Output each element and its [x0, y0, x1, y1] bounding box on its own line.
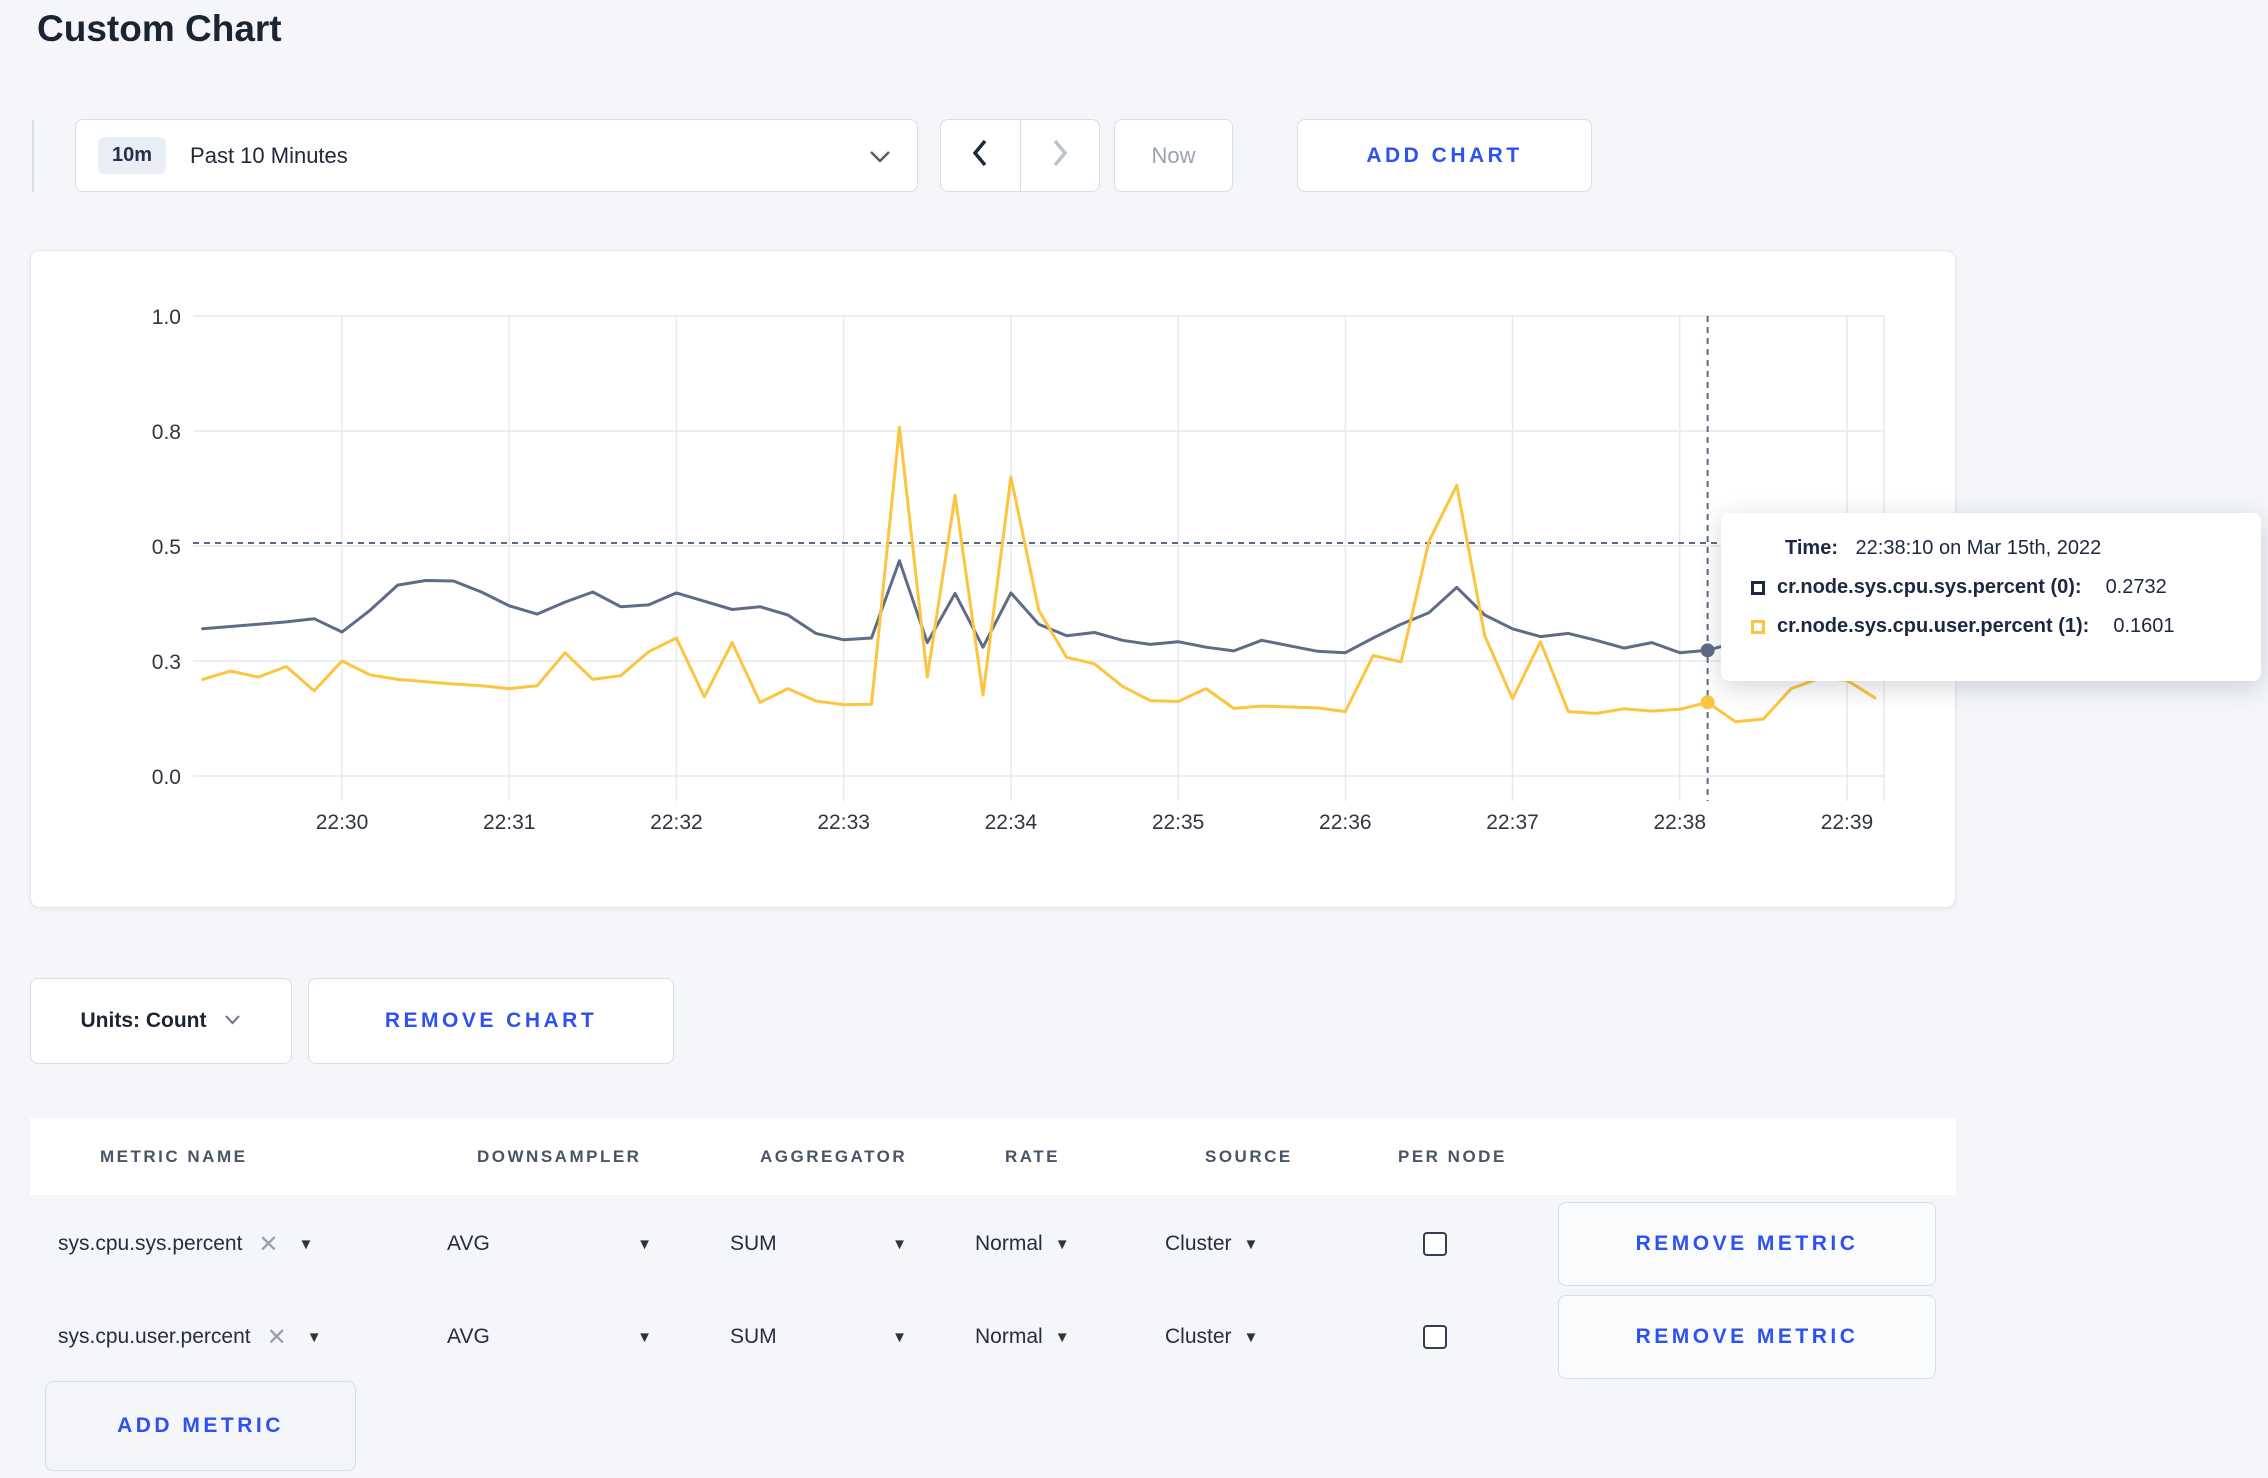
svg-text:22:34: 22:34: [985, 811, 1038, 834]
caret-down-icon: ▼: [637, 1235, 652, 1253]
rate-value: Normal: [975, 1232, 1043, 1255]
time-range-badge: 10m: [98, 137, 167, 174]
svg-text:0.5: 0.5: [152, 536, 181, 559]
clear-metric-icon[interactable]: ✕: [267, 1323, 287, 1352]
metric-row: sys.cpu.user.percent ✕ ▼ AVG ▼ SUM ▼ Nor…: [0, 1288, 2268, 1386]
add-metric-button[interactable]: ADD METRIC: [45, 1381, 356, 1471]
tooltip-sys-label: cr.node.sys.cpu.sys.percent (0):: [1777, 576, 2082, 598]
units-select[interactable]: Units: Count: [30, 978, 292, 1064]
prev-time-button[interactable]: [941, 120, 1020, 191]
next-time-button[interactable]: [1019, 120, 1100, 191]
caret-down-icon: ▼: [1054, 1328, 1070, 1346]
tooltip-series-row: cr.node.sys.cpu.user.percent (1): 0.1601: [1751, 615, 2261, 638]
svg-text:22:37: 22:37: [1486, 811, 1539, 834]
page-title: Custom Chart: [37, 8, 282, 49]
col-header-downsampler: DOWNSAMPLER: [477, 1146, 642, 1166]
tooltip-time-row: Time: 22:38:10 on Mar 15th, 2022: [1751, 537, 2261, 560]
remove-metric-label: REMOVE METRIC: [1635, 1232, 1859, 1255]
col-header-metric-name: METRIC NAME: [100, 1146, 248, 1166]
col-header-aggregator: AGGREGATOR: [760, 1146, 908, 1166]
clear-metric-icon[interactable]: ✕: [258, 1230, 278, 1259]
chart-tooltip: Time: 22:38:10 on Mar 15th, 2022 cr.node…: [1721, 513, 2261, 681]
metric-row: sys.cpu.sys.percent ✕ ▼ AVG ▼ SUM ▼ Norm…: [0, 1195, 2268, 1293]
tooltip-time-label: Time:: [1785, 537, 1838, 559]
tooltip-sys-value: 0.2732: [2105, 576, 2167, 598]
aggregator-select[interactable]: SUM ▼: [730, 1288, 907, 1386]
caret-down-icon: ▼: [1243, 1328, 1259, 1346]
caret-down-icon: ▼: [306, 1328, 322, 1346]
source-value: Cluster: [1165, 1232, 1232, 1255]
add-chart-label: ADD CHART: [1366, 143, 1523, 167]
rate-value: Normal: [975, 1325, 1043, 1348]
svg-text:22:32: 22:32: [650, 811, 703, 834]
svg-text:0.3: 0.3: [152, 651, 181, 674]
downsampler-select[interactable]: AVG ▼: [447, 1195, 652, 1293]
svg-text:22:35: 22:35: [1152, 811, 1205, 834]
add-chart-button[interactable]: ADD CHART: [1297, 119, 1592, 192]
caret-down-icon: ▼: [298, 1235, 314, 1253]
downsampler-select[interactable]: AVG ▼: [447, 1288, 652, 1386]
metric-name-select[interactable]: sys.cpu.sys.percent ✕ ▼: [58, 1195, 313, 1293]
aggregator-select[interactable]: SUM ▼: [730, 1195, 907, 1293]
time-range-select[interactable]: 10m Past 10 Minutes: [75, 119, 918, 192]
svg-text:22:38: 22:38: [1653, 811, 1706, 834]
metrics-table-header: METRIC NAME DOWNSAMPLER AGGREGATOR RATE …: [30, 1118, 1956, 1195]
caret-down-icon: ▼: [1243, 1235, 1259, 1253]
caret-down-icon: ▼: [637, 1328, 652, 1346]
chevron-down-icon: [224, 1012, 241, 1030]
remove-metric-button[interactable]: REMOVE METRIC: [1558, 1295, 1936, 1379]
svg-text:22:33: 22:33: [817, 811, 870, 834]
rate-select[interactable]: Normal ▼: [975, 1195, 1070, 1293]
col-header-per-node: PER NODE: [1398, 1146, 1507, 1166]
svg-text:22:30: 22:30: [316, 811, 369, 834]
svg-text:1.0: 1.0: [152, 306, 181, 329]
source-select[interactable]: Cluster ▼: [1165, 1195, 1258, 1293]
aggregator-value: SUM: [730, 1325, 777, 1348]
tooltip-series-row: cr.node.sys.cpu.sys.percent (0): 0.2732: [1751, 576, 2261, 599]
time-nav-group: [940, 119, 1100, 192]
col-header-source: SOURCE: [1205, 1146, 1293, 1166]
metric-name-value: sys.cpu.user.percent: [58, 1325, 251, 1348]
toolbar-divider: [32, 120, 34, 192]
sys-series-swatch-icon: [1751, 580, 1765, 595]
caret-down-icon: ▼: [1054, 1235, 1070, 1253]
col-header-rate: RATE: [1005, 1146, 1061, 1166]
time-range-label: Past 10 Minutes: [190, 142, 348, 168]
chevron-right-icon: [1050, 137, 1070, 174]
svg-text:22:31: 22:31: [483, 811, 536, 834]
tooltip-user-label: cr.node.sys.cpu.user.percent (1):: [1777, 615, 2090, 637]
chevron-left-icon: [970, 137, 990, 174]
source-select[interactable]: Cluster ▼: [1165, 1288, 1258, 1386]
per-node-checkbox[interactable]: [1423, 1232, 1447, 1256]
chart-svg[interactable]: 0.0 0.3 0.5 0.8 1.0 22:30 22:31 22:32 22:33 22:34…: [31, 251, 1957, 909]
add-metric-label: ADD METRIC: [117, 1414, 284, 1437]
user-series-swatch-icon: [1751, 619, 1765, 634]
downsampler-value: AVG: [447, 1325, 490, 1348]
remove-chart-button[interactable]: REMOVE CHART: [308, 978, 674, 1064]
caret-down-icon: ▼: [892, 1328, 907, 1346]
aggregator-value: SUM: [730, 1232, 777, 1255]
caret-down-icon: ▼: [892, 1235, 907, 1253]
tooltip-time-value: 22:38:10 on Mar 15th, 2022: [1855, 537, 2102, 559]
svg-text:22:39: 22:39: [1821, 811, 1874, 834]
chart-panel: 0.0 0.3 0.5 0.8 1.0 22:30 22:31 22:32 22:33 22:34…: [30, 250, 1956, 908]
tooltip-user-value: 0.1601: [2113, 615, 2175, 637]
svg-text:22:36: 22:36: [1319, 811, 1372, 834]
metric-name-select[interactable]: sys.cpu.user.percent ✕ ▼: [58, 1288, 322, 1386]
remove-metric-label: REMOVE METRIC: [1635, 1325, 1859, 1348]
metric-name-value: sys.cpu.sys.percent: [58, 1232, 243, 1255]
source-value: Cluster: [1165, 1325, 1232, 1348]
rate-select[interactable]: Normal ▼: [975, 1288, 1070, 1386]
remove-chart-label: REMOVE CHART: [384, 1009, 598, 1032]
custom-chart-page: Custom Chart 10m Past 10 Minutes Now ADD…: [0, 0, 2268, 1478]
svg-text:0.0: 0.0: [152, 766, 181, 789]
downsampler-value: AVG: [447, 1232, 490, 1255]
remove-metric-button[interactable]: REMOVE METRIC: [1558, 1202, 1936, 1286]
units-label: Units: Count: [80, 1009, 207, 1032]
chevron-down-icon: [869, 150, 891, 168]
now-button[interactable]: Now: [1114, 119, 1233, 192]
svg-text:0.8: 0.8: [152, 421, 181, 444]
per-node-checkbox[interactable]: [1423, 1325, 1447, 1349]
